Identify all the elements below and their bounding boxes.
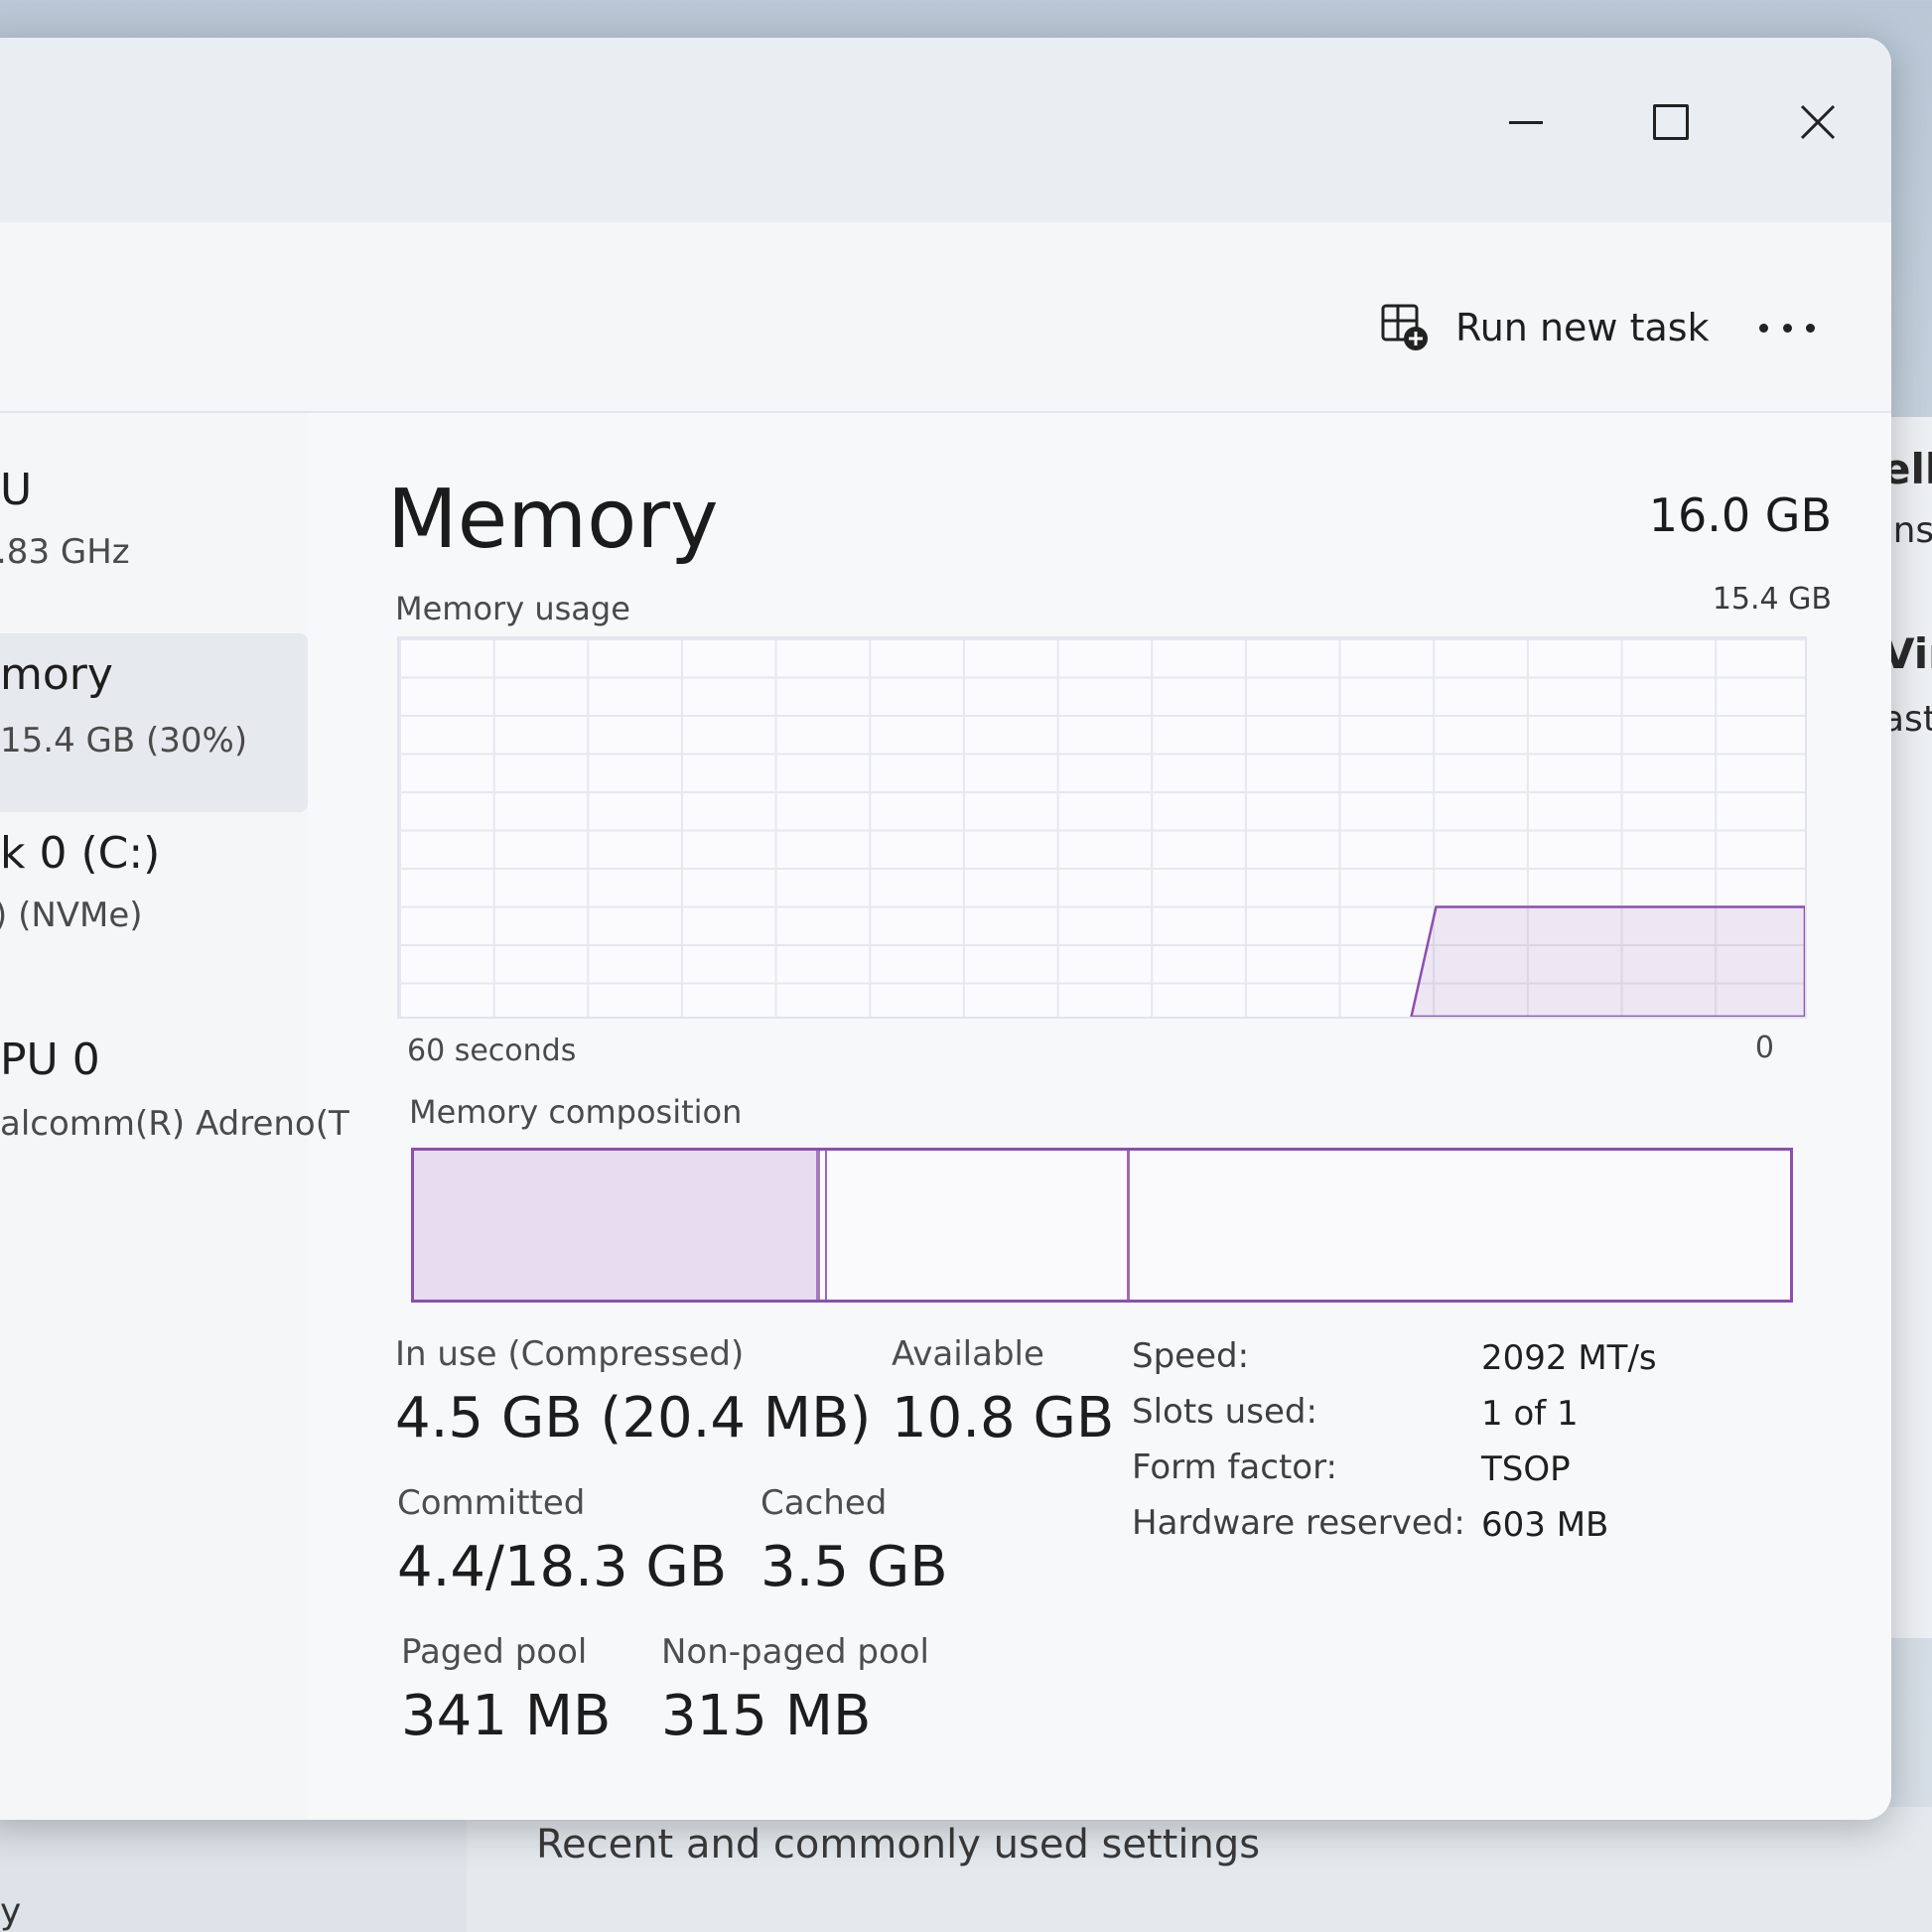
sidebar-item-gpu[interactable]: PU 0 alcomm(R) Adreno(T <box>0 1035 349 1183</box>
recent-settings-heading: Recent and commonly used settings <box>536 1822 1261 1867</box>
sidebar-item-disk[interactable]: k 0 (C:) ) (NVMe) <box>0 828 308 977</box>
sidebar-item-subtitle: 15.4 GB (30%) <box>0 721 248 760</box>
spec-slots-label: Slots used: <box>1132 1392 1317 1432</box>
spec-speed-value: 2092 MT/s <box>1481 1338 1657 1378</box>
sidebar-item-subtitle: ) (NVMe) <box>0 896 143 935</box>
spec-form-factor-value: TSOP <box>1481 1449 1571 1489</box>
memory-usage-graph <box>397 636 1807 1019</box>
spec-hardware-reserved-label: Hardware reserved: <box>1132 1503 1465 1543</box>
more-horizontal-icon <box>1782 323 1792 333</box>
memory-usage-area <box>1410 905 1805 1017</box>
paged-pool-label: Paged pool <box>401 1632 588 1672</box>
memory-panel: Memory 16.0 GB Memory usage 15.4 GB 60 s… <box>308 413 1891 1820</box>
available-label: Available <box>892 1334 1044 1374</box>
run-new-task-button[interactable]: Run new task <box>1380 298 1710 357</box>
title-bar <box>0 38 1891 222</box>
sidebar-item-title: mory <box>0 649 113 700</box>
cached-label: Cached <box>760 1483 888 1523</box>
sidebar-item-cpu[interactable]: U .83 GHz <box>0 465 308 594</box>
non-paged-pool-value: 315 MB <box>661 1684 872 1748</box>
sidebar-item-memory[interactable]: mory 15.4 GB (30%) <box>0 633 308 812</box>
in-use-label: In use (Compressed) <box>395 1334 745 1374</box>
sidebar-item-subtitle: .83 GHz <box>0 532 130 572</box>
committed-value: 4.4/18.3 GB <box>397 1535 728 1599</box>
close-icon <box>1800 104 1836 140</box>
in-use-value: 4.5 GB (20.4 MB) <box>395 1386 872 1450</box>
graph-time-label: 60 seconds <box>407 1034 577 1068</box>
more-horizontal-icon <box>1759 323 1768 333</box>
memory-usage-max: 15.4 GB <box>1712 582 1832 617</box>
available-value: 10.8 GB <box>892 1386 1115 1450</box>
close-button[interactable] <box>1773 77 1863 167</box>
composition-standby-segment[interactable] <box>827 1151 1130 1300</box>
sidebar-item-subtitle: alcomm(R) Adreno(T <box>0 1104 349 1144</box>
total-memory: 16.0 GB <box>1648 488 1832 542</box>
graph-zero-label: 0 <box>1754 1031 1774 1065</box>
spec-form-factor-label: Form factor: <box>1132 1448 1337 1487</box>
task-manager-window: Run new task U .83 GHz mory 15.4 GB (30%… <box>0 38 1891 1820</box>
run-new-task-label: Run new task <box>1455 306 1710 349</box>
background-corner-text: y <box>0 1891 22 1932</box>
more-horizontal-icon <box>1806 323 1815 333</box>
spec-hardware-reserved-value: 603 MB <box>1481 1505 1609 1545</box>
composition-modified-segment[interactable] <box>820 1151 827 1300</box>
memory-usage-graph-plot <box>1410 905 1805 1017</box>
sidebar-item-title: U <box>0 465 33 515</box>
non-paged-pool-label: Non-paged pool <box>661 1632 929 1672</box>
run-task-icon <box>1381 304 1428 350</box>
performance-sidebar: U .83 GHz mory 15.4 GB (30%) k 0 (C:) ) … <box>0 413 349 1820</box>
toolbar: Run new task <box>0 222 1891 413</box>
spec-speed-label: Speed: <box>1132 1336 1250 1376</box>
sidebar-item-title: PU 0 <box>0 1035 100 1085</box>
composition-in-use-segment[interactable] <box>414 1151 820 1300</box>
cached-value: 3.5 GB <box>760 1535 948 1599</box>
paged-pool-value: 341 MB <box>401 1684 612 1748</box>
more-options-button[interactable] <box>1747 298 1827 357</box>
background-settings-sidebar <box>0 1807 467 1932</box>
memory-composition-bar <box>411 1148 1793 1303</box>
maximize-button[interactable] <box>1626 77 1716 167</box>
sidebar-item-title: k 0 (C:) <box>0 828 161 879</box>
memory-composition-label: Memory composition <box>409 1093 743 1131</box>
page-title: Memory <box>387 473 719 567</box>
memory-usage-label: Memory usage <box>395 590 630 627</box>
committed-label: Committed <box>397 1483 586 1523</box>
minimize-button[interactable] <box>1481 77 1571 167</box>
spec-slots-value: 1 of 1 <box>1481 1394 1579 1434</box>
